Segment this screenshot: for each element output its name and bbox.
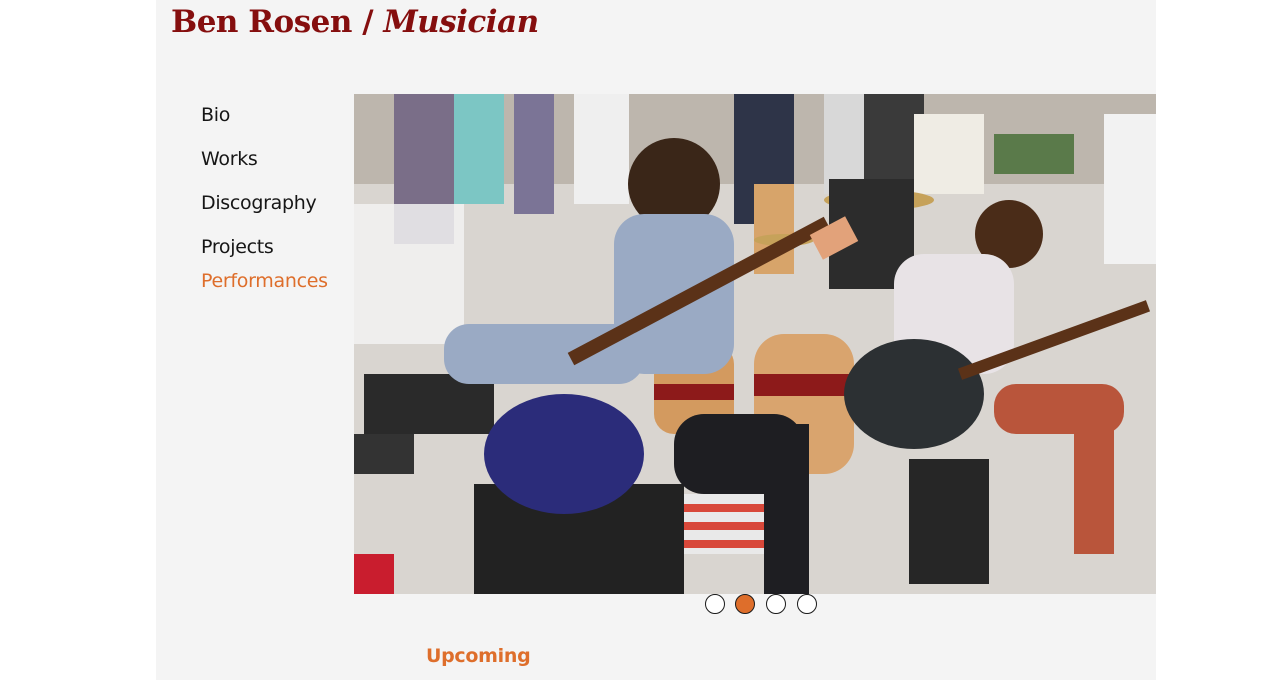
slider-dot-2[interactable]: [735, 594, 755, 614]
site-title-role: Musician: [383, 4, 539, 40]
slide-photo: [354, 94, 1156, 594]
nav-item-projects[interactable]: Projects: [201, 236, 274, 258]
section-heading-upcoming: Upcoming: [426, 645, 531, 667]
image-slider[interactable]: [354, 94, 1156, 594]
slider-dot-4[interactable]: [797, 594, 817, 614]
nav-item-discography[interactable]: Discography: [201, 192, 317, 214]
site-title[interactable]: Ben Rosen / Musician: [171, 4, 539, 40]
site-title-name: Ben Rosen: [171, 4, 352, 40]
nav-item-bio[interactable]: Bio: [201, 104, 230, 126]
site-title-separator: /: [362, 4, 374, 40]
slider-dot-3[interactable]: [766, 594, 786, 614]
nav-item-performances[interactable]: Performances: [201, 270, 328, 292]
nav-item-works[interactable]: Works: [201, 148, 258, 170]
page-container: Ben Rosen / Musician Bio Works Discograp…: [156, 0, 1156, 680]
slider-dot-1[interactable]: [705, 594, 725, 614]
